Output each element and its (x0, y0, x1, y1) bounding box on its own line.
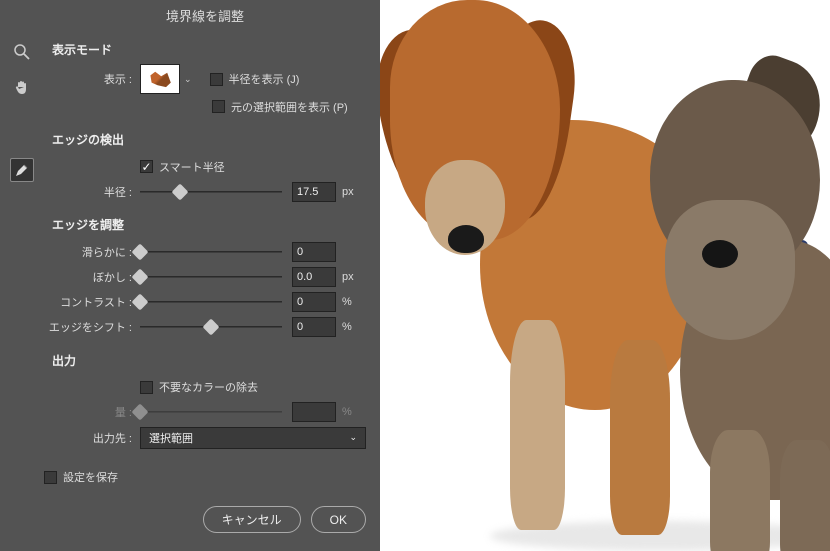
radius-unit: px (342, 186, 366, 198)
remember-settings-checkbox[interactable] (44, 471, 57, 484)
thumbnail-preview (140, 64, 180, 94)
contrast-unit: % (342, 296, 366, 308)
radius-input[interactable] (292, 182, 336, 202)
smart-radius-label: スマート半径 (159, 159, 225, 175)
show-original-label: 元の選択範囲を表示 (P) (231, 99, 348, 115)
decontaminate-checkbox[interactable] (140, 381, 153, 394)
smooth-slider[interactable] (140, 243, 282, 261)
amount-label: 量 : (44, 404, 140, 420)
decontaminate-label: 不要なカラーの除去 (159, 379, 258, 395)
amount-slider (140, 403, 282, 421)
shift-edge-unit: % (342, 321, 366, 333)
dialog-footer: キャンセル OK (44, 492, 366, 551)
panel-title: 境界線を調整 (44, 0, 366, 31)
shift-edge-slider[interactable] (140, 318, 282, 336)
chevron-down-icon: ⌄ (349, 432, 357, 443)
feather-slider[interactable] (140, 268, 282, 286)
radius-label: 半径 : (44, 184, 140, 200)
smart-radius-checkbox[interactable] (140, 160, 153, 173)
radius-slider[interactable] (140, 183, 282, 201)
amount-input (292, 402, 336, 422)
remember-settings-label: 設定を保存 (63, 469, 118, 485)
zoom-tool[interactable] (10, 40, 34, 64)
smooth-input[interactable] (292, 242, 336, 262)
contrast-input[interactable] (292, 292, 336, 312)
section-edge-detect: エッジの検出 (44, 131, 366, 148)
smooth-label: 滑らかに : (44, 244, 140, 260)
output-to-value: 選択範囲 (149, 430, 193, 446)
view-mode-thumbnail[interactable]: ⌄ (140, 64, 192, 94)
image-preview[interactable] (380, 0, 830, 551)
shift-edge-label: エッジをシフト : (44, 319, 140, 335)
display-label: 表示 : (44, 71, 140, 87)
section-edge-adjust: エッジを調整 (44, 216, 366, 233)
dog-terrier (640, 80, 830, 550)
show-radius-label: 半径を表示 (J) (229, 71, 300, 87)
hand-icon (13, 79, 31, 97)
section-view-mode: 表示モード (44, 41, 366, 58)
contrast-slider[interactable] (140, 293, 282, 311)
refine-edge-panel: 境界線を調整 表示モード 表示 : ⌄ 半径を表示 (J) 元の選択範囲を表示 … (0, 0, 380, 551)
output-to-select[interactable]: 選択範囲 ⌄ (140, 427, 366, 449)
feather-input[interactable] (292, 267, 336, 287)
amount-unit: % (342, 406, 366, 418)
refine-brush-tool[interactable] (10, 158, 34, 182)
feather-unit: px (342, 271, 366, 283)
output-to-label: 出力先 : (44, 430, 140, 446)
show-original-checkbox[interactable] (212, 100, 225, 113)
cancel-button[interactable]: キャンセル (203, 506, 301, 533)
left-toolbar (0, 0, 44, 551)
show-radius-checkbox[interactable] (210, 73, 223, 86)
hand-tool[interactable] (10, 76, 34, 100)
shift-edge-input[interactable] (292, 317, 336, 337)
magnifier-icon (13, 43, 31, 61)
panel-main: 境界線を調整 表示モード 表示 : ⌄ 半径を表示 (J) 元の選択範囲を表示 … (44, 0, 380, 551)
chevron-down-icon: ⌄ (184, 74, 192, 85)
ok-button[interactable]: OK (311, 506, 366, 533)
feather-label: ぼかし : (44, 269, 140, 285)
section-output: 出力 (44, 352, 366, 369)
brush-icon (13, 161, 31, 179)
contrast-label: コントラスト : (44, 294, 140, 310)
